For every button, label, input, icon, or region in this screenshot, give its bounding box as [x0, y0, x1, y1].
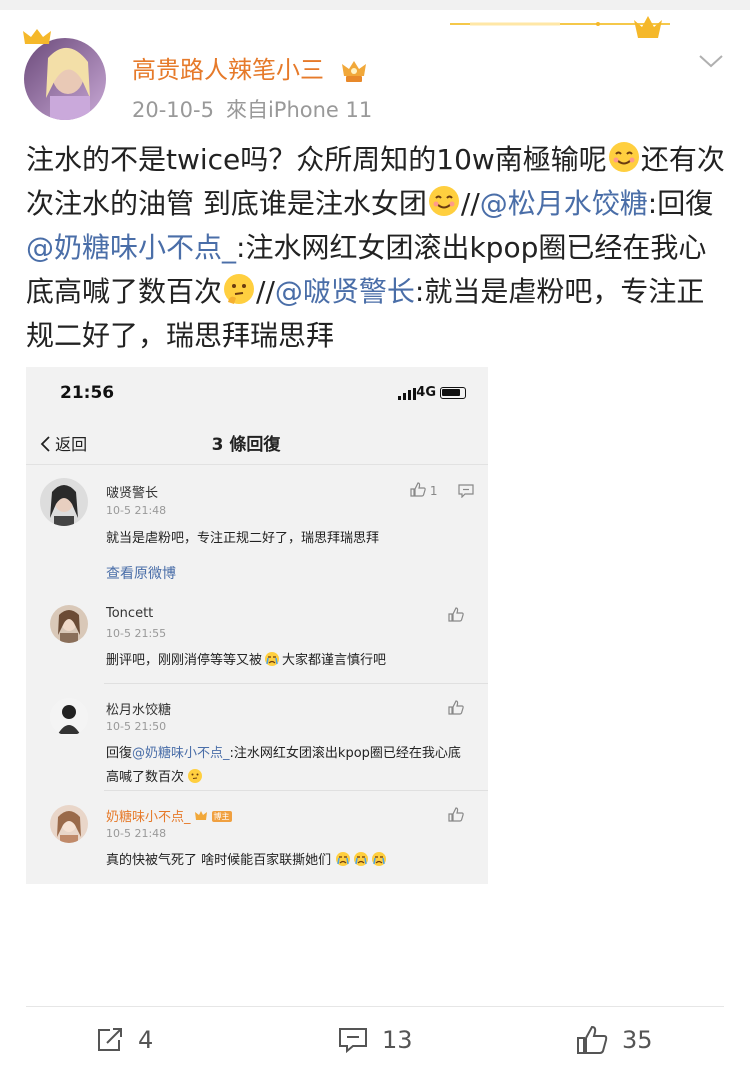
- embedded-screenshot[interactable]: 21:56 4G 返回 3 條回復 啵贤警长 10-5 21:48 就当是虐粉吧…: [26, 367, 488, 884]
- view-original-link[interactable]: 查看原微博: [106, 563, 176, 583]
- vip-crown-badge-icon: [341, 61, 366, 82]
- avatar[interactable]: [50, 605, 88, 643]
- reply-time: 10-5 21:50: [106, 720, 167, 733]
- mention-link[interactable]: @奶糖味小不点_: [26, 231, 236, 264]
- network-label: 4G: [416, 385, 436, 400]
- post-text-3: //: [460, 187, 480, 220]
- comment-icon: [339, 1028, 367, 1053]
- smile-emoji-icon: [428, 186, 459, 216]
- reply-text-a: 删评吧，刚刚消停等等又被: [106, 653, 263, 668]
- crown-icon: [23, 29, 51, 44]
- comment-count: 13: [382, 1026, 413, 1054]
- reply-prefix: 回復: [106, 746, 133, 761]
- thumb-up-icon: [577, 1025, 608, 1054]
- cry-emoji-icon: [354, 852, 369, 866]
- mention-link[interactable]: @啵贤警长: [275, 275, 415, 308]
- post-text-8: //: [256, 275, 275, 308]
- thumb-up-icon[interactable]: [448, 700, 464, 715]
- avatar[interactable]: [50, 698, 88, 736]
- author-tag: 博主: [211, 811, 232, 822]
- avatar[interactable]: [40, 478, 88, 526]
- reply-text-a: 真的快被气死了 啥时候能百家联撕她们: [106, 853, 332, 868]
- cry-emoji-icon: [265, 652, 280, 666]
- reply-author-text[interactable]: 奶糖味小不点_: [106, 810, 191, 825]
- reply-text: 删评吧，刚刚消停等等又被 大家都谨言慎行吧: [106, 649, 466, 673]
- nav-bar: 返回 3 條回復: [26, 419, 488, 465]
- reply-author[interactable]: Toncett: [106, 606, 153, 621]
- nav-title: 3 條回復: [211, 435, 281, 455]
- comment-button[interactable]: 13: [338, 1025, 413, 1055]
- repost-icon: [98, 1028, 122, 1051]
- reply-item: Toncett 10-5 21:55 删评吧，刚刚消停等等又被 大家都谨言慎行吧: [26, 591, 488, 684]
- thumb-up-icon: [410, 482, 426, 497]
- crown-icon: [634, 16, 662, 38]
- author-name[interactable]: 高贵路人辣笔小三: [132, 50, 368, 85]
- reply-time: 10-5 21:55: [106, 627, 167, 640]
- reply-author[interactable]: 松月水饺糖: [106, 699, 171, 718]
- reply-text: 回復@奶糖味小不点_:注水网红女团滚出kpop圈已经在我心底高喊了数百次: [106, 742, 466, 790]
- reply-item: 松月水饺糖 10-5 21:50 回復@奶糖味小不点_:注水网红女团滚出kpop…: [26, 684, 488, 791]
- post-body: 注水的不是twice吗？众所周知的10w南極输呢 还有次次注水的油管 到底谁是注水…: [26, 138, 726, 358]
- cry-emoji-icon: [336, 852, 351, 866]
- repost-button[interactable]: 4: [96, 1025, 153, 1055]
- chevron-down-icon[interactable]: [696, 46, 726, 76]
- thumb-up-icon[interactable]: [448, 807, 464, 822]
- comment-text: 就当是虐粉吧，专注正规二好了，瑞思拜瑞思拜: [106, 531, 380, 546]
- reply-author[interactable]: 奶糖味小不点_ 博主: [106, 806, 232, 825]
- think-emoji-icon: [224, 274, 255, 304]
- avatar[interactable]: [50, 805, 88, 843]
- like-button[interactable]: 35: [576, 1025, 653, 1055]
- post-text-1: 注水的不是twice吗？众所周知的10w南極输呢: [26, 143, 607, 176]
- post-source: 來自iPhone 11: [225, 98, 373, 122]
- author-avatar-wrap[interactable]: [23, 29, 106, 120]
- thumb-up-icon[interactable]: [448, 607, 464, 622]
- mention-link[interactable]: @松月水饺糖: [480, 187, 648, 220]
- post-header: 高贵路人辣笔小三 20-10-5 來自iPhone 11: [23, 29, 726, 128]
- reply-item: 奶糖味小不点_ 博主 10-5 21:48 真的快被气死了 啥时候能百家联撕她们: [26, 791, 488, 884]
- reply-time: 10-5 21:48: [106, 827, 167, 840]
- reply-text: 真的快被气死了 啥时候能百家联撕她们: [106, 849, 466, 873]
- commenter-name[interactable]: 啵贤警长: [106, 482, 158, 501]
- like-button[interactable]: 1: [410, 482, 437, 498]
- comment-time: 10-5 21:48: [106, 504, 167, 517]
- status-bar: 21:56 4G: [26, 367, 488, 419]
- vip-crown-badge-icon: [194, 811, 207, 820]
- mention-link[interactable]: @奶糖味小不点_: [132, 746, 230, 761]
- status-time: 21:56: [60, 383, 115, 403]
- avatar[interactable]: [24, 38, 106, 120]
- repost-count: 4: [138, 1026, 154, 1054]
- author-name-text[interactable]: 高贵路人辣笔小三: [132, 56, 324, 84]
- post-meta: 20-10-5 來自iPhone 11: [132, 94, 372, 124]
- top-divider-strip: [0, 0, 750, 10]
- smile-emoji-icon: [608, 142, 639, 172]
- think-emoji-icon: [188, 769, 203, 783]
- original-comment: 啵贤警长 10-5 21:48 就当是虐粉吧，专注正规二好了，瑞思拜瑞思拜 查看…: [26, 466, 488, 591]
- comment-icon[interactable]: [458, 484, 474, 498]
- post-text-5: :回復: [647, 187, 714, 220]
- signal-icon: [398, 388, 416, 400]
- like-count: 35: [622, 1026, 653, 1054]
- reply-text-b: 大家都谨言慎行吧: [282, 653, 387, 668]
- action-bar: 4 13 35: [26, 1006, 724, 1070]
- battery-icon: [440, 387, 466, 399]
- post-date: 20-10-5: [132, 98, 214, 122]
- like-count: 1: [429, 484, 438, 498]
- cry-emoji-icon: [372, 852, 387, 866]
